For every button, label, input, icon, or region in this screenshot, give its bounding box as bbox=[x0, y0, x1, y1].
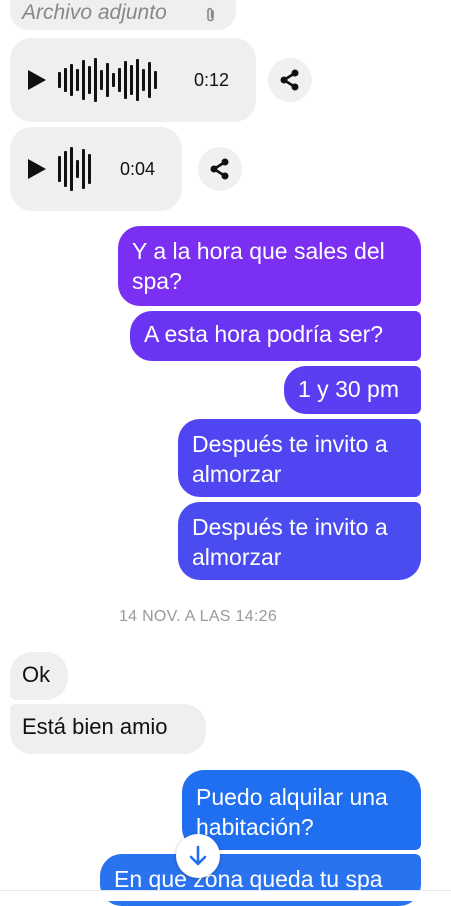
audio-waveform bbox=[58, 58, 157, 102]
message-timestamp: 14 NOV. A LAS 14:26 bbox=[118, 608, 278, 625]
incoming-message[interactable]: Está bien amio bbox=[10, 704, 206, 754]
share-icon bbox=[280, 69, 299, 91]
share-icon bbox=[210, 158, 229, 180]
outgoing-message[interactable]: Después te invito a almorzar bbox=[178, 419, 421, 497]
outgoing-message[interactable]: Y a la hora que sales del spa? bbox=[118, 226, 421, 306]
share-button[interactable] bbox=[198, 147, 242, 191]
outgoing-message[interactable]: 1 y 30 pm bbox=[284, 366, 421, 414]
play-icon[interactable] bbox=[28, 159, 46, 179]
paperclip-icon bbox=[207, 7, 214, 22]
audio-message[interactable]: 0:04 bbox=[10, 127, 182, 211]
share-button[interactable] bbox=[268, 58, 312, 102]
attachment-label: Archivo adjunto bbox=[22, 1, 167, 24]
audio-duration: 0:04 bbox=[120, 159, 156, 179]
incoming-message[interactable]: Ok bbox=[10, 652, 68, 700]
play-icon[interactable] bbox=[28, 70, 46, 90]
audio-waveform bbox=[58, 147, 91, 191]
arrow-down-icon bbox=[189, 845, 207, 866]
scroll-down-button[interactable] bbox=[176, 834, 220, 878]
audio-duration: 0:12 bbox=[194, 70, 230, 90]
outgoing-message[interactable]: Después te invito a almorzar bbox=[178, 502, 421, 580]
audio-message[interactable]: 0:12 bbox=[10, 38, 256, 122]
outgoing-message[interactable]: A esta hora podría ser? bbox=[130, 311, 421, 361]
composer-divider bbox=[0, 890, 451, 901]
